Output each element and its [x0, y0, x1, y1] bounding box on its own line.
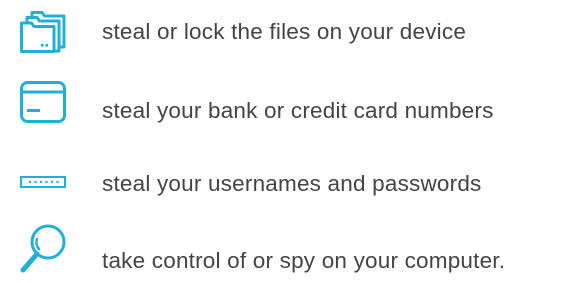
threat-list: steal or lock the files on your device s…: [0, 0, 565, 283]
list-item-label: take control of or spy on your computer.: [102, 248, 506, 273]
list-item-label: steal your bank or credit card numbers: [102, 98, 494, 123]
list-item-spying: take control of or spy on your computer.: [0, 214, 565, 278]
magnifying-glass-icon: [20, 223, 68, 273]
password-field-icon: [20, 176, 66, 188]
list-item-passwords: steal your usernames and passwords: [0, 150, 565, 214]
list-item-label: steal or lock the files on your device: [102, 19, 467, 44]
list-item-card: steal your bank or credit card numbers: [0, 71, 565, 135]
list-item-files: steal or lock the files on your device: [0, 0, 565, 64]
folders-icon: [20, 11, 66, 53]
credit-card-icon: [20, 81, 66, 123]
list-item-label: steal your usernames and passwords: [102, 171, 482, 196]
